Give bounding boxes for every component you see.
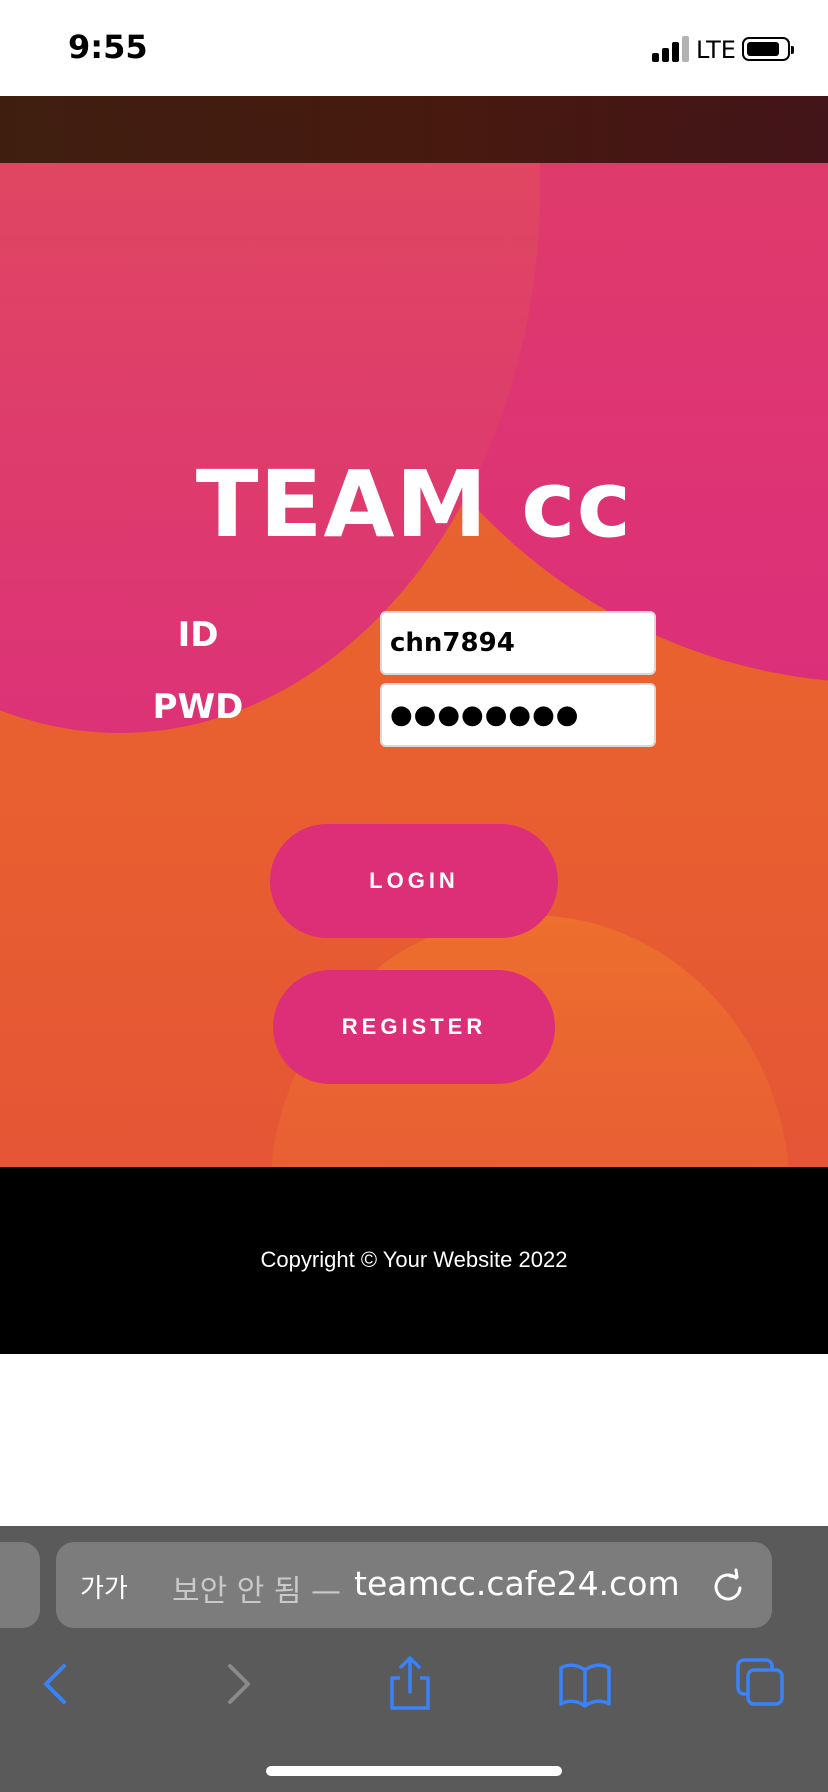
id-input[interactable] — [380, 611, 656, 675]
address-bar[interactable]: 가가 보안 안 됨 — teamcc.cafe24.com — [56, 1542, 772, 1628]
password-label: PWD — [152, 687, 244, 727]
reload-icon[interactable] — [708, 1566, 748, 1606]
login-button[interactable]: LOGIN — [270, 824, 558, 938]
url-domain[interactable]: teamcc.cafe24.com — [354, 1564, 680, 1603]
bookmarks-icon[interactable] — [555, 1654, 615, 1714]
security-warning: 보안 안 됨 — — [172, 1574, 342, 1609]
status-bar: 9:55 LTE — [0, 0, 828, 96]
footer: Copyright © Your Website 2022 — [0, 1167, 828, 1354]
tabs-icon[interactable] — [730, 1654, 790, 1714]
password-input[interactable] — [380, 683, 656, 747]
browser-chrome: 가가 보안 안 됨 — teamcc.cafe24.com — [0, 1526, 828, 1792]
forward-icon[interactable] — [206, 1654, 266, 1714]
brand-title: TEAM cc — [195, 451, 633, 558]
status-time: 9:55 — [68, 28, 148, 66]
text-size-button[interactable]: 가가 — [80, 1568, 128, 1605]
copyright-text: Copyright © Your Website 2022 — [260, 1247, 568, 1272]
network-type: LTE — [696, 36, 736, 64]
battery-icon — [742, 37, 794, 61]
browser-toolbar — [0, 1654, 828, 1714]
register-button[interactable]: REGISTER — [273, 970, 555, 1084]
web-page: TEAM cc ID PWD LOGIN REGISTER Copyright … — [0, 96, 828, 1526]
cellular-signal-icon — [652, 36, 690, 62]
back-icon[interactable] — [28, 1654, 88, 1714]
page-header-strip — [0, 96, 828, 163]
id-label: ID — [177, 615, 219, 655]
home-indicator[interactable] — [266, 1766, 562, 1776]
previous-tab-preview[interactable] — [0, 1542, 40, 1628]
share-icon[interactable] — [380, 1654, 440, 1714]
